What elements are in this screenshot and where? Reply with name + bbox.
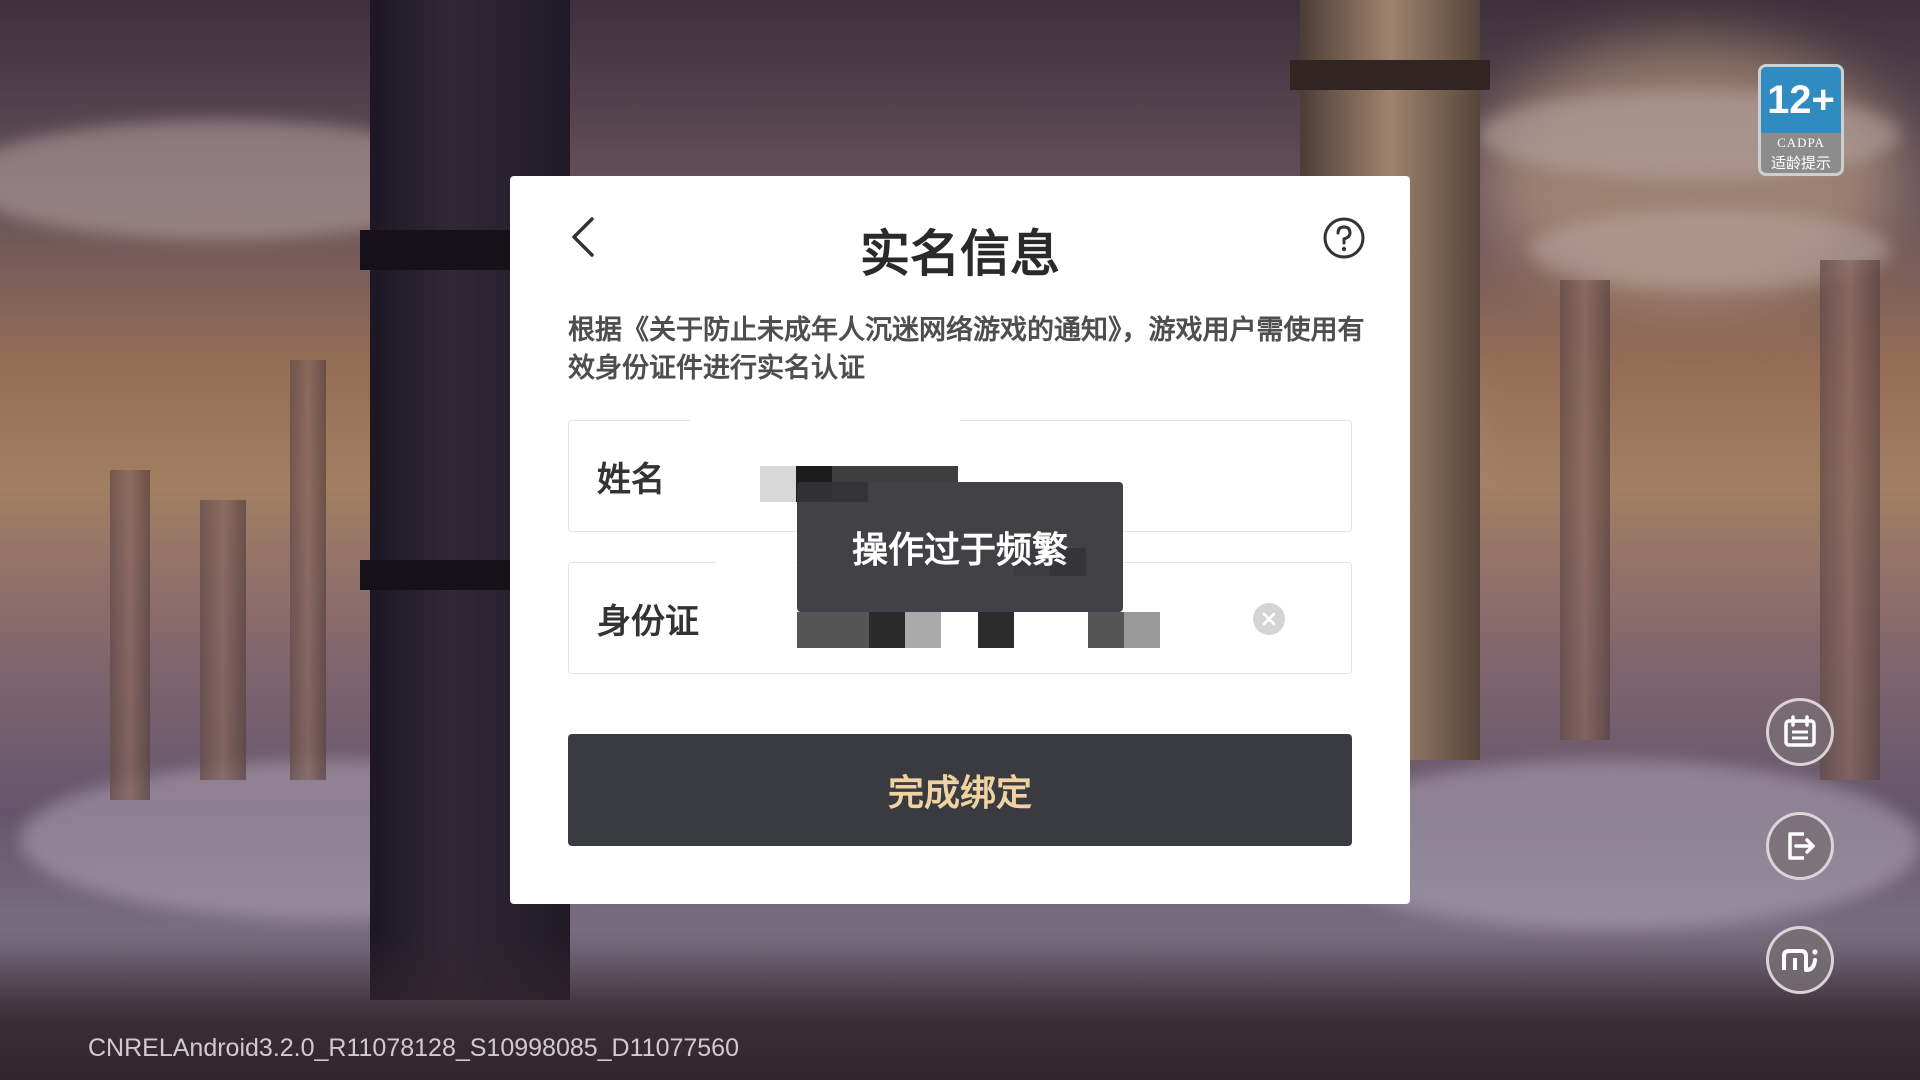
toast-message: 操作过于频繁: [797, 482, 1123, 612]
logout-button[interactable]: [1766, 812, 1834, 880]
notice-text: 根据《关于防止未成年人沉迷网络游戏的通知》，游戏用户需使用有效身份证件进行实名认…: [568, 315, 1365, 384]
mi-account-button[interactable]: [1766, 926, 1834, 994]
age-rating-badge: 12+ CADPA 适龄提示: [1758, 64, 1844, 176]
help-button[interactable]: [1322, 216, 1366, 260]
mi-logo-icon: [1782, 949, 1818, 972]
logout-icon: [1788, 832, 1815, 860]
calendar-button[interactable]: [1766, 698, 1834, 766]
age-rating-tip: 适龄提示: [1770, 154, 1831, 172]
clear-input-button[interactable]: [1253, 603, 1285, 635]
age-rating-value: 12+: [1761, 67, 1841, 133]
close-icon: [1262, 612, 1276, 626]
age-rating-org: CADPA: [1777, 135, 1825, 150]
build-version: CNRELAndroid3.2.0_R11078128_S10998085_D1…: [88, 1034, 739, 1062]
complete-binding-button[interactable]: 完成绑定: [568, 734, 1352, 846]
calendar-icon: [1784, 715, 1816, 747]
id-field-label: 身份证: [597, 601, 699, 642]
question-icon: [1323, 217, 1365, 259]
name-field-label: 姓名: [597, 459, 665, 500]
dialog-title: 实名信息: [860, 225, 1060, 283]
